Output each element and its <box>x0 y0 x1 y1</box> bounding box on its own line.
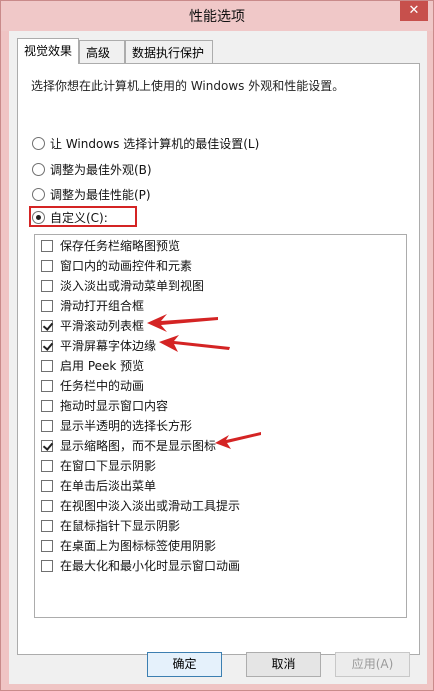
checkbox[interactable] <box>41 379 53 392</box>
red-arrow-icon <box>215 432 261 449</box>
radio-button[interactable] <box>32 187 45 201</box>
checkbox[interactable] <box>41 479 53 492</box>
checkbox[interactable] <box>41 239 53 252</box>
tab-advanced[interactable]: 高级 <box>79 40 125 63</box>
radio-label: 调整为最佳性能(P) <box>50 187 151 202</box>
checkbox-checked[interactable] <box>41 439 53 452</box>
checkbox[interactable] <box>41 419 53 432</box>
list-item[interactable]: 任务栏中的动画 <box>41 376 144 395</box>
red-highlight-box <box>29 206 137 227</box>
apply-button[interactable]: 应用(A) <box>335 652 410 677</box>
item-label: 任务栏中的动画 <box>60 379 145 393</box>
list-item[interactable]: 拖动时显示窗口内容 <box>41 396 168 415</box>
item-label: 平滑滚动列表框 <box>60 319 145 333</box>
checkbox[interactable] <box>41 399 53 412</box>
checkbox[interactable] <box>41 559 53 572</box>
tab-data-execution-prevention[interactable]: 数据执行保护 <box>125 40 213 63</box>
checkbox[interactable] <box>41 519 53 532</box>
dialog-client-area: 视觉效果 高级 数据执行保护 选择你想在此计算机上使用的 Windows 外观和… <box>9 31 427 684</box>
list-item[interactable]: 保存任务栏缩略图预览 <box>41 236 180 255</box>
item-label: 淡入淡出或滑动菜单到视图 <box>60 279 205 293</box>
radio-label: 让 Windows 选择计算机的最佳设置(L) <box>50 136 260 151</box>
item-label: 显示缩略图，而不是显示图标 <box>60 439 217 453</box>
item-label: 在窗口下显示阴影 <box>60 459 157 473</box>
list-item[interactable]: 在窗口下显示阴影 <box>41 456 156 475</box>
item-label: 在单击后淡出菜单 <box>60 479 157 493</box>
list-item[interactable]: 淡入淡出或滑动菜单到视图 <box>41 276 204 295</box>
item-label: 窗口内的动画控件和元素 <box>60 259 193 273</box>
item-label: 在鼠标指针下显示阴影 <box>60 519 181 533</box>
item-label: 拖动时显示窗口内容 <box>60 399 169 413</box>
cancel-button[interactable]: 取消 <box>246 652 321 677</box>
ok-button[interactable]: 确定 <box>147 652 222 677</box>
list-item[interactable]: 在最大化和最小化时显示窗口动画 <box>41 556 240 575</box>
item-label: 在桌面上为图标标签使用阴影 <box>60 539 217 553</box>
radio-button[interactable] <box>32 162 45 176</box>
item-label: 在最大化和最小化时显示窗口动画 <box>60 559 241 573</box>
radio-label: 调整为最佳外观(B) <box>50 162 152 177</box>
list-item[interactable]: 在单击后淡出菜单 <box>41 476 156 495</box>
item-label: 滑动打开组合框 <box>60 299 145 313</box>
list-item[interactable]: 窗口内的动画控件和元素 <box>41 256 192 275</box>
list-item[interactable]: 在视图中淡入淡出或滑动工具提示 <box>41 496 240 515</box>
window-title: 性能选项 <box>189 9 245 25</box>
tab-visual-effects[interactable]: 视觉效果 <box>17 38 79 64</box>
radio-button[interactable] <box>32 136 45 150</box>
list-item[interactable]: 平滑屏幕字体边缘 <box>41 336 156 355</box>
close-button[interactable]: ✕ <box>400 1 428 21</box>
checkbox[interactable] <box>41 359 53 372</box>
item-label: 在视图中淡入淡出或滑动工具提示 <box>60 499 241 513</box>
checkbox[interactable] <box>41 539 53 552</box>
radio-best-performance[interactable]: 调整为最佳性能(P) <box>32 185 151 203</box>
visual-effects-list[interactable]: 保存任务栏缩略图预览 窗口内的动画控件和元素 淡入淡出或滑动菜单到视图 滑动打开… <box>34 234 407 618</box>
red-arrow-icon <box>159 335 230 352</box>
list-item[interactable]: 平滑滚动列表框 <box>41 316 144 335</box>
item-label: 保存任务栏缩略图预览 <box>60 239 181 253</box>
list-item[interactable]: 滑动打开组合框 <box>41 296 144 315</box>
item-label: 启用 Peek 预览 <box>60 359 145 373</box>
description-text: 选择你想在此计算机上使用的 Windows 外观和性能设置。 <box>31 79 345 93</box>
performance-options-window: 性能选项 ✕ 视觉效果 高级 数据执行保护 选择你想在此计算机上使用的 Wind… <box>0 0 434 691</box>
checkbox[interactable] <box>41 279 53 292</box>
list-item[interactable]: 在桌面上为图标标签使用阴影 <box>41 536 216 555</box>
list-item[interactable]: 在鼠标指针下显示阴影 <box>41 516 180 535</box>
title-bar[interactable]: 性能选项 ✕ <box>1 1 433 31</box>
checkbox[interactable] <box>41 259 53 272</box>
radio-let-windows-choose[interactable]: 让 Windows 选择计算机的最佳设置(L) <box>32 134 259 152</box>
red-arrow-icon <box>147 314 218 332</box>
item-label: 平滑屏幕字体边缘 <box>60 339 157 353</box>
list-item[interactable]: 显示半透明的选择长方形 <box>41 416 192 435</box>
list-item[interactable]: 显示缩略图，而不是显示图标 <box>41 436 216 455</box>
checkbox-checked[interactable] <box>41 319 53 332</box>
radio-best-appearance[interactable]: 调整为最佳外观(B) <box>32 160 152 178</box>
item-label: 显示半透明的选择长方形 <box>60 419 193 433</box>
checkbox[interactable] <box>41 299 53 312</box>
checkbox[interactable] <box>41 459 53 472</box>
checkbox-checked[interactable] <box>41 339 53 352</box>
checkbox[interactable] <box>41 499 53 512</box>
list-item[interactable]: 启用 Peek 预览 <box>41 356 144 375</box>
visual-effects-panel: 选择你想在此计算机上使用的 Windows 外观和性能设置。 让 Windows… <box>17 63 420 655</box>
